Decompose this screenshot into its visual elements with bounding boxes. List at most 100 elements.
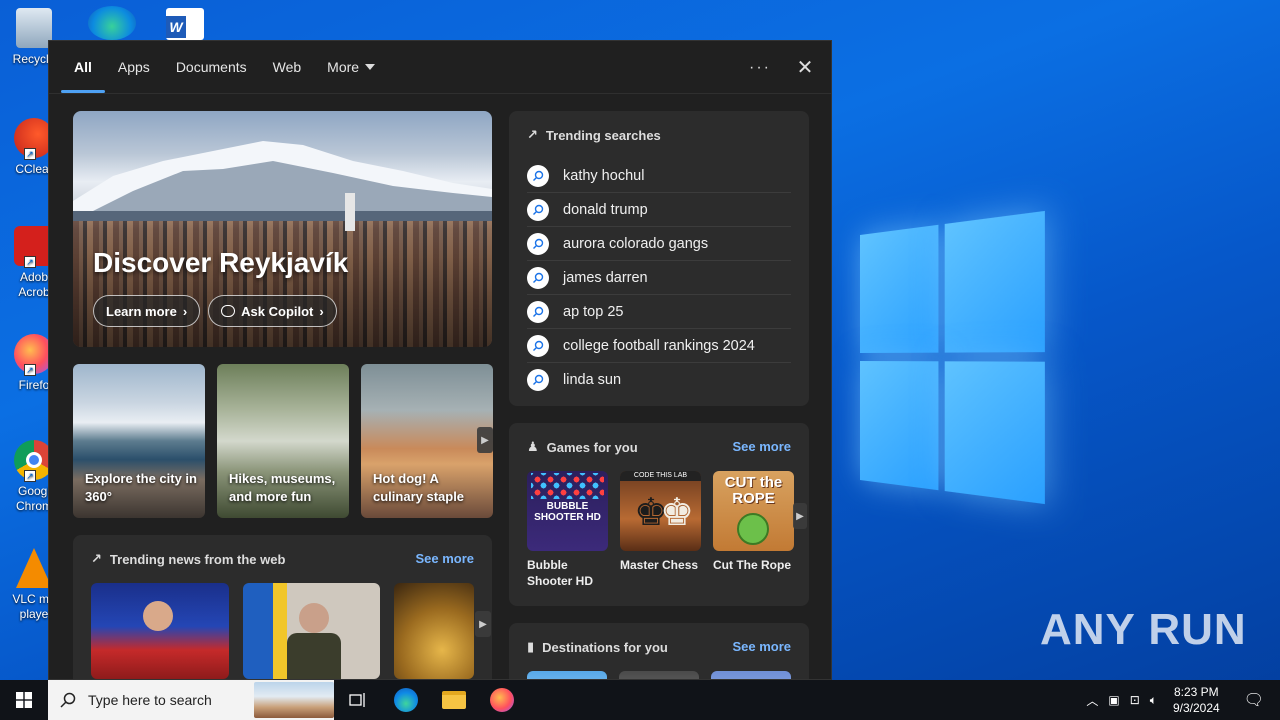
luggage-icon: ▮	[527, 639, 534, 655]
trending-searches-section: ↗ Trending searches kathy hochul donald tr…	[509, 111, 809, 406]
game-thumbnail: CUT the ROPE	[713, 471, 794, 551]
destination-thumbnail[interactable]	[711, 671, 791, 680]
news-thumbnail[interactable]	[91, 583, 229, 679]
hero-title: Discover Reykjavík	[93, 247, 348, 279]
clock[interactable]: 8:23 PM 9/3/2024	[1167, 684, 1226, 716]
search-icon	[527, 335, 549, 357]
trending-search-item[interactable]: james darren	[527, 261, 791, 295]
taskbar-firefox[interactable]	[478, 680, 526, 720]
trending-search-text: aurora colorado gangs	[563, 236, 708, 252]
windows-icon	[16, 692, 32, 708]
notifications-icon[interactable]: 🗨︎	[1236, 690, 1272, 710]
trending-arrow-icon: ↗	[91, 551, 102, 567]
game-name: Master Chess	[620, 557, 701, 573]
tab-label: Web	[273, 59, 302, 75]
search-icon	[527, 199, 549, 221]
ask-copilot-button[interactable]: Ask Copilot ›	[208, 295, 337, 327]
card-explore-city[interactable]: Explore the city in 360°	[73, 364, 205, 518]
game-thumbnail: BUBBLE SHOOTER HD	[527, 471, 608, 551]
gamepad-icon: ♟	[527, 439, 539, 455]
game-thumb-text: BUBBLE SHOOTER HD	[531, 501, 604, 523]
games-see-more-link[interactable]: See more	[732, 439, 791, 454]
trending-search-text: donald trump	[563, 202, 648, 218]
search-highlight-image	[254, 682, 334, 718]
destinations-section: ▮ Destinations for you See more	[509, 623, 809, 680]
search-tabs-bar: All Apps Documents Web More ··· ✕	[49, 41, 831, 94]
volume-icon[interactable]: 🔈︎	[1150, 693, 1157, 708]
tab-more[interactable]: More	[314, 41, 388, 94]
edge-desktop-icon[interactable]	[88, 6, 136, 40]
search-icon	[527, 301, 549, 323]
trending-news-section: ↗ Trending news from the web See more ▶	[73, 535, 492, 680]
destination-thumbnail[interactable]	[527, 671, 607, 680]
trending-search-text: ap top 25	[563, 304, 623, 320]
news-see-more-link[interactable]: See more	[415, 551, 474, 566]
firefox-icon	[490, 688, 514, 712]
search-icon	[527, 267, 549, 289]
task-view-icon	[349, 692, 367, 708]
start-button[interactable]	[0, 680, 48, 720]
search-icon	[527, 165, 549, 187]
game-master-chess[interactable]: CODE THIS LAB ♚ ♚ Master Chess	[620, 471, 701, 589]
trending-search-item[interactable]: donald trump	[527, 193, 791, 227]
news-thumbnail[interactable]	[394, 583, 474, 679]
tab-web[interactable]: Web	[260, 41, 315, 94]
destinations-title: Destinations for you	[542, 640, 668, 655]
tab-label: Apps	[118, 59, 150, 75]
trending-search-text: james darren	[563, 270, 648, 286]
tab-apps[interactable]: Apps	[105, 41, 163, 94]
games-next-button[interactable]: ▶	[793, 503, 807, 529]
destinations-see-more-link[interactable]: See more	[732, 639, 791, 654]
card-hikes-museums[interactable]: Hikes, museums, and more fun	[217, 364, 349, 518]
trending-search-item[interactable]: ap top 25	[527, 295, 791, 329]
learn-more-button[interactable]: Learn more ›	[93, 295, 200, 327]
clock-time: 8:23 PM	[1173, 684, 1220, 700]
more-options-button[interactable]: ···	[749, 59, 771, 77]
vlc-icon	[16, 548, 52, 588]
network-icon[interactable]: ⊡	[1130, 693, 1140, 707]
task-view-button[interactable]	[334, 680, 382, 720]
close-button[interactable]: ✕	[793, 55, 817, 80]
trending-search-text: linda sun	[563, 372, 621, 388]
game-cut-the-rope[interactable]: CUT the ROPE Cut The Rope	[713, 471, 794, 589]
search-placeholder: Type here to search	[88, 692, 212, 708]
chevron-up-icon[interactable]: ︿	[1086, 692, 1098, 709]
trending-search-text: college football rankings 2024	[563, 338, 755, 354]
trending-search-item[interactable]: college football rankings 2024	[527, 329, 791, 363]
hero-banner-reykjavik[interactable]: Discover Reykjavík Learn more › Ask Copil…	[73, 111, 492, 347]
game-bubble-shooter[interactable]: BUBBLE SHOOTER HD Bubble Shooter HD	[527, 471, 608, 589]
tab-label: More	[327, 59, 359, 75]
taskbar-search-box[interactable]: Type here to search	[48, 680, 334, 720]
news-thumbnail[interactable]	[243, 583, 381, 679]
ask-copilot-label: Ask Copilot	[241, 304, 313, 319]
game-name: Bubble Shooter HD	[527, 557, 608, 589]
tab-documents[interactable]: Documents	[163, 41, 260, 94]
search-icon	[527, 369, 549, 391]
destination-thumbnail[interactable]	[619, 671, 699, 680]
news-next-button[interactable]: ▶	[475, 611, 491, 637]
trending-search-item[interactable]: linda sun	[527, 363, 791, 397]
trending-news-title: Trending news from the web	[110, 552, 286, 567]
tab-all[interactable]: All	[61, 41, 105, 94]
chevron-down-icon	[365, 64, 375, 70]
trending-search-item[interactable]: kathy hochul	[527, 159, 791, 193]
taskbar-file-explorer[interactable]	[430, 680, 478, 720]
cards-next-button[interactable]: ▶	[477, 427, 493, 453]
game-name: Cut The Rope	[713, 557, 794, 573]
game-thumb-text: CUT the ROPE	[717, 475, 790, 507]
card-hot-dog[interactable]: Hot dog! A culinary staple	[361, 364, 493, 518]
trending-arrow-icon: ↗	[527, 127, 538, 143]
word-document-icon[interactable]: W	[166, 8, 204, 40]
meet-now-icon[interactable]: ▣	[1108, 693, 1119, 707]
anyrun-watermark: ANY RUN	[1040, 605, 1247, 655]
trending-search-item[interactable]: aurora colorado gangs	[527, 227, 791, 261]
search-icon	[527, 233, 549, 255]
learn-more-label: Learn more	[106, 304, 177, 319]
tab-label: Documents	[176, 59, 247, 75]
mountain-image	[73, 131, 492, 221]
game-thumb-text: CODE THIS LAB	[620, 471, 701, 481]
game-thumbnail: CODE THIS LAB ♚ ♚	[620, 471, 701, 551]
taskbar-edge[interactable]	[382, 680, 430, 720]
trending-searches-list: kathy hochul donald trump aurora colorado …	[527, 159, 791, 397]
games-section: ♟ Games for you See more BUBBLE SHOOTER H…	[509, 423, 809, 606]
